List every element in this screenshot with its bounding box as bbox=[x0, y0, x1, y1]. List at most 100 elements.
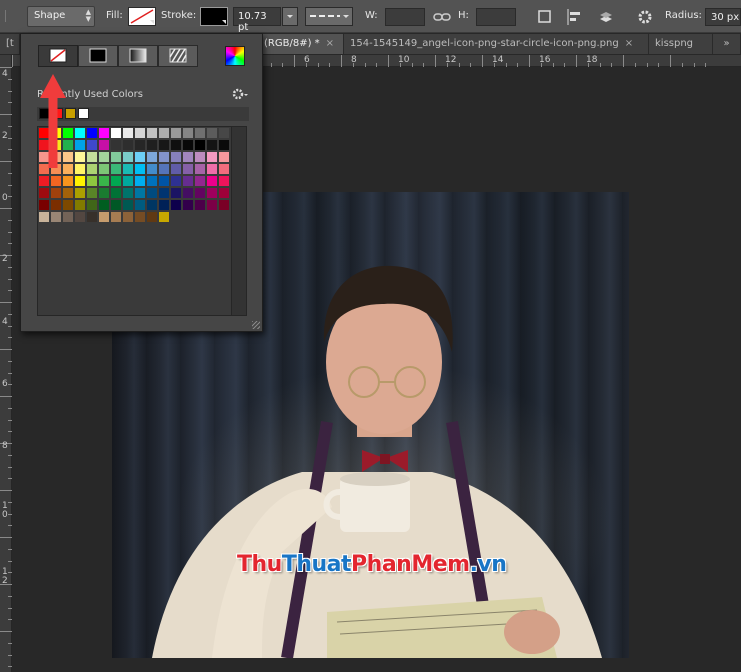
color-swatch[interactable] bbox=[195, 128, 206, 139]
color-swatch[interactable] bbox=[135, 200, 146, 211]
color-swatch[interactable] bbox=[75, 188, 86, 199]
color-swatch[interactable] bbox=[183, 140, 194, 151]
color-swatch[interactable] bbox=[123, 200, 134, 211]
color-swatch[interactable] bbox=[159, 212, 170, 223]
swatch-scrollbar[interactable] bbox=[231, 126, 247, 316]
color-swatch[interactable] bbox=[135, 164, 146, 175]
color-swatch[interactable] bbox=[147, 200, 158, 211]
color-swatch[interactable] bbox=[39, 188, 50, 199]
color-swatch[interactable] bbox=[51, 176, 62, 187]
color-swatch[interactable] bbox=[183, 200, 194, 211]
color-swatch[interactable] bbox=[63, 212, 74, 223]
color-swatch[interactable] bbox=[147, 188, 158, 199]
color-swatch[interactable] bbox=[75, 200, 86, 211]
tab-document-1[interactable]: [t bbox=[0, 34, 20, 54]
color-swatch[interactable] bbox=[159, 188, 170, 199]
color-swatch[interactable] bbox=[99, 140, 110, 151]
tab-kisspng[interactable]: kisspng bbox=[649, 34, 713, 54]
color-swatch[interactable] bbox=[183, 128, 194, 139]
color-swatch[interactable] bbox=[87, 200, 98, 211]
color-swatch[interactable] bbox=[123, 140, 134, 151]
color-swatch[interactable] bbox=[87, 128, 98, 139]
color-swatch[interactable] bbox=[219, 152, 230, 163]
height-input[interactable] bbox=[476, 8, 516, 26]
color-swatch[interactable] bbox=[159, 176, 170, 187]
color-swatch[interactable] bbox=[147, 164, 158, 175]
color-swatch[interactable] bbox=[51, 188, 62, 199]
color-swatch[interactable] bbox=[159, 128, 170, 139]
settings-button[interactable] bbox=[636, 7, 656, 27]
resize-grip-icon[interactable] bbox=[252, 321, 260, 329]
color-swatch[interactable] bbox=[99, 200, 110, 211]
color-swatch[interactable] bbox=[219, 200, 230, 211]
color-swatch[interactable] bbox=[207, 128, 218, 139]
close-icon[interactable]: × bbox=[625, 38, 633, 49]
color-swatch[interactable] bbox=[63, 176, 74, 187]
tab-document-active[interactable]: (RGB/8#) * × bbox=[258, 34, 344, 54]
color-swatch[interactable] bbox=[99, 188, 110, 199]
color-swatch[interactable] bbox=[63, 200, 74, 211]
color-swatch[interactable] bbox=[99, 152, 110, 163]
color-swatch[interactable] bbox=[111, 128, 122, 139]
color-swatch[interactable] bbox=[195, 140, 206, 151]
color-swatch[interactable] bbox=[135, 152, 146, 163]
color-swatch[interactable] bbox=[63, 188, 74, 199]
color-swatch[interactable] bbox=[195, 188, 206, 199]
tool-mode-select[interactable]: Shape ▲ ▼ bbox=[27, 6, 95, 27]
color-swatch[interactable] bbox=[171, 140, 182, 151]
color-swatch[interactable] bbox=[219, 188, 230, 199]
color-swatch[interactable] bbox=[51, 212, 62, 223]
color-swatch[interactable] bbox=[159, 152, 170, 163]
color-swatch[interactable] bbox=[111, 188, 122, 199]
gradient-button[interactable] bbox=[118, 45, 158, 67]
color-swatch[interactable] bbox=[219, 164, 230, 175]
path-operations-button[interactable] bbox=[535, 7, 555, 27]
color-swatch[interactable] bbox=[39, 176, 50, 187]
more-tabs-button[interactable]: » bbox=[713, 34, 741, 54]
color-swatch[interactable] bbox=[87, 140, 98, 151]
color-swatch[interactable] bbox=[87, 152, 98, 163]
color-swatch[interactable] bbox=[135, 128, 146, 139]
color-swatch[interactable] bbox=[123, 176, 134, 187]
color-swatch[interactable] bbox=[75, 176, 86, 187]
color-swatch[interactable] bbox=[195, 164, 206, 175]
color-swatch[interactable] bbox=[183, 176, 194, 187]
color-swatch[interactable] bbox=[219, 128, 230, 139]
color-swatch[interactable] bbox=[183, 152, 194, 163]
pattern-button[interactable] bbox=[158, 45, 198, 67]
color-swatch[interactable] bbox=[87, 164, 98, 175]
color-swatch[interactable] bbox=[195, 176, 206, 187]
color-swatch[interactable] bbox=[111, 200, 122, 211]
close-icon[interactable]: × bbox=[326, 38, 334, 49]
color-swatch[interactable] bbox=[171, 164, 182, 175]
color-picker-icon[interactable] bbox=[225, 46, 245, 66]
stroke-swatch-button[interactable] bbox=[200, 7, 228, 26]
color-swatch[interactable] bbox=[207, 200, 218, 211]
stroke-type-dropdown[interactable] bbox=[305, 7, 353, 26]
color-swatch[interactable] bbox=[135, 188, 146, 199]
color-swatch[interactable] bbox=[87, 176, 98, 187]
color-swatch[interactable] bbox=[195, 152, 206, 163]
radius-input[interactable]: 30 px bbox=[705, 8, 741, 26]
color-swatch[interactable] bbox=[123, 128, 134, 139]
color-swatch[interactable] bbox=[207, 188, 218, 199]
color-swatch[interactable] bbox=[171, 176, 182, 187]
color-swatch[interactable] bbox=[111, 152, 122, 163]
color-swatch[interactable] bbox=[99, 128, 110, 139]
color-swatch[interactable] bbox=[195, 200, 206, 211]
color-swatch[interactable] bbox=[99, 164, 110, 175]
no-color-button[interactable] bbox=[38, 45, 78, 67]
color-swatch[interactable] bbox=[111, 140, 122, 151]
color-swatch[interactable] bbox=[51, 200, 62, 211]
color-swatch[interactable] bbox=[135, 212, 146, 223]
color-swatch[interactable] bbox=[171, 188, 182, 199]
color-swatch[interactable] bbox=[87, 212, 98, 223]
color-swatch[interactable] bbox=[99, 212, 110, 223]
vertical-ruler[interactable]: 4 2 0 2 4 6 8 1 0 1 2 bbox=[0, 55, 12, 672]
color-swatch[interactable] bbox=[123, 152, 134, 163]
path-arrangement-button[interactable] bbox=[596, 7, 616, 27]
panel-settings-button[interactable] bbox=[231, 86, 248, 102]
color-swatch[interactable] bbox=[135, 176, 146, 187]
color-swatch[interactable] bbox=[171, 128, 182, 139]
path-alignment-button[interactable] bbox=[565, 7, 585, 27]
